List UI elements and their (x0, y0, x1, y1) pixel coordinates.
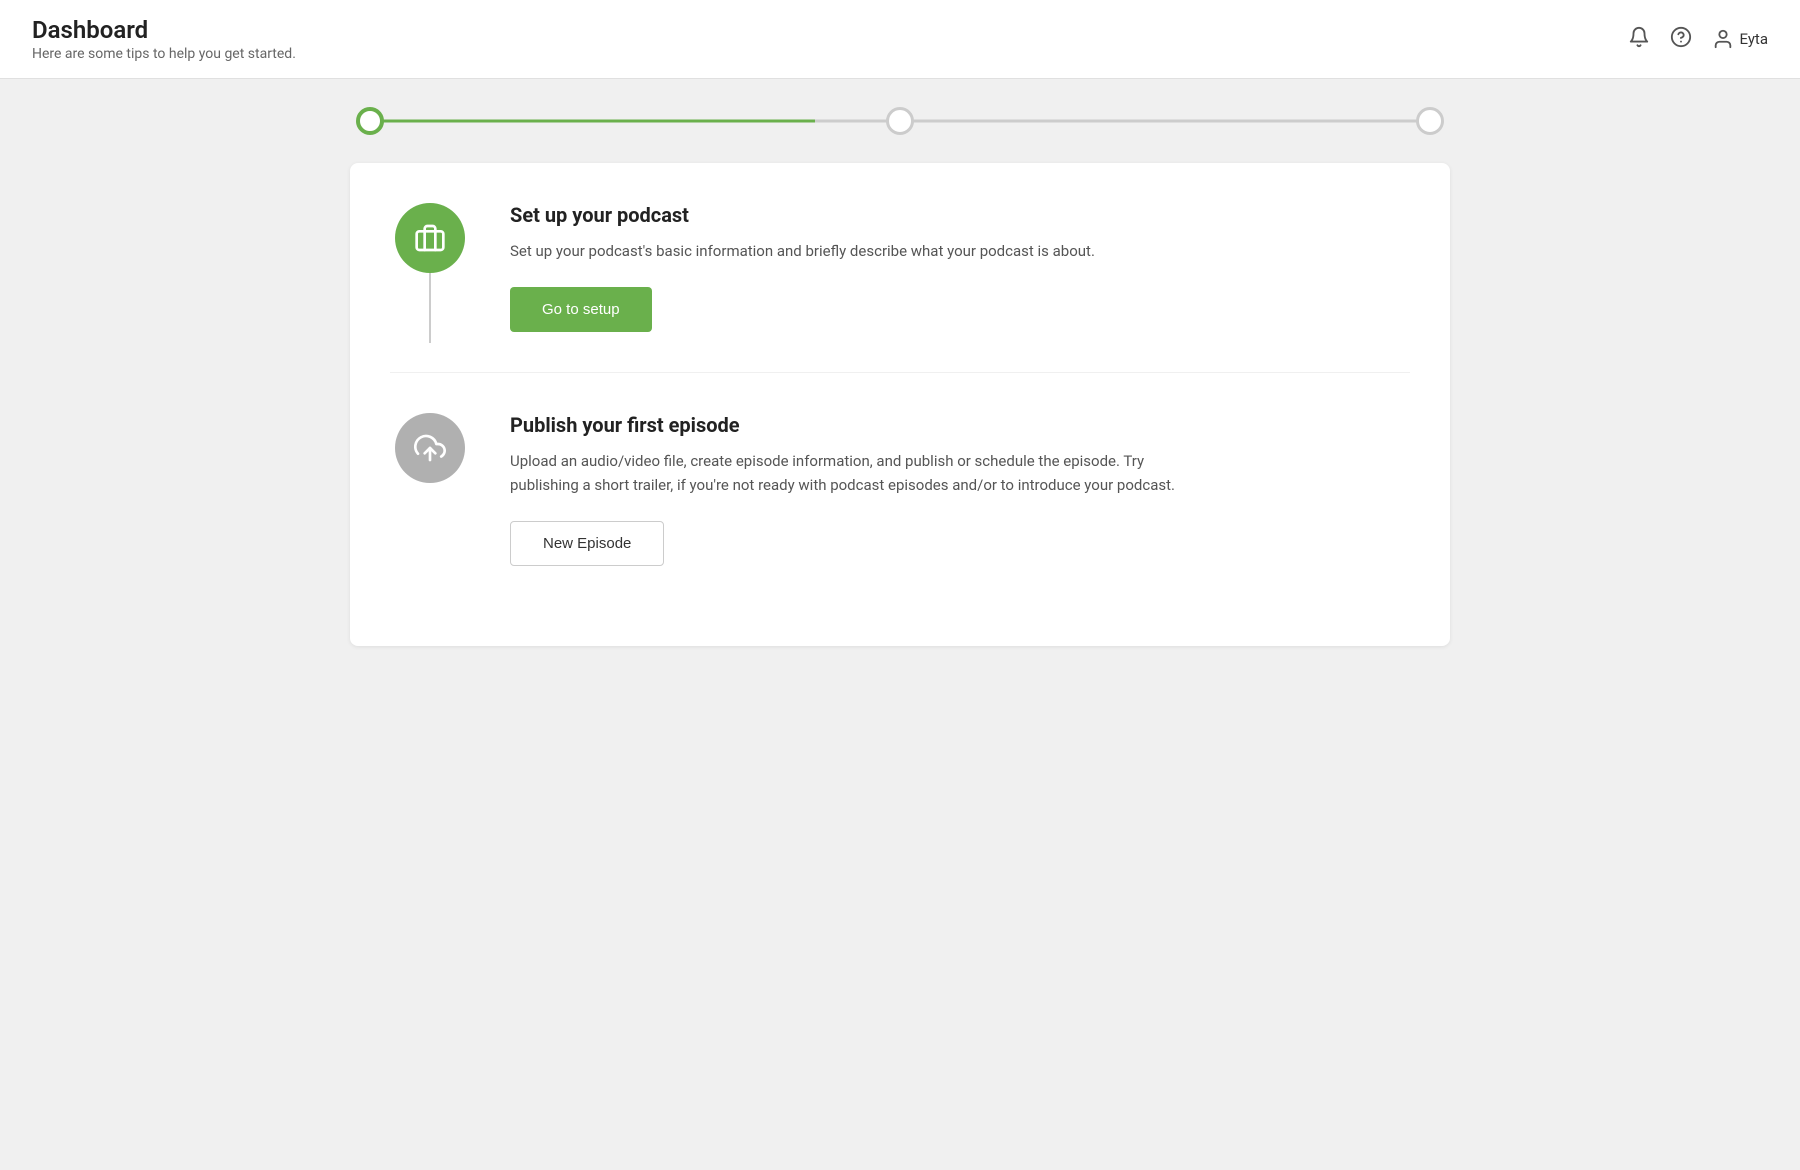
step-publish-icon-col (390, 413, 470, 483)
step-setup-desc: Set up your podcast's basic information … (510, 239, 1190, 263)
user-name: Eyta (1740, 30, 1769, 48)
step-publish-circle (395, 413, 465, 483)
go-to-setup-button[interactable]: Go to setup (510, 287, 652, 332)
progress-track (370, 119, 1430, 123)
header-left: Dashboard Here are some tips to help you… (32, 16, 296, 62)
new-episode-button[interactable]: New Episode (510, 521, 664, 566)
progress-step-2 (886, 107, 914, 135)
step-publish-desc: Upload an audio/video file, create episo… (510, 449, 1190, 497)
progress-step-3 (1416, 107, 1444, 135)
step-publish-content: Publish your first episode Upload an aud… (510, 413, 1410, 566)
page-title: Dashboard (32, 16, 296, 44)
help-icon[interactable] (1670, 26, 1692, 53)
step-setup-content: Set up your podcast Set up your podcast'… (510, 203, 1410, 332)
upload-icon (414, 432, 446, 464)
main-content: Set up your podcast Set up your podcast'… (0, 79, 1800, 686)
person-icon (1712, 28, 1734, 50)
header-subtitle: Here are some tips to help you get start… (32, 46, 296, 62)
step-setup-title: Set up your podcast (510, 203, 1410, 227)
step-setup-icon-col (390, 203, 470, 273)
user-menu[interactable]: Eyta (1712, 28, 1769, 50)
step-publish: Publish your first episode Upload an aud… (390, 373, 1410, 606)
notification-icon[interactable] (1628, 26, 1650, 53)
progress-line-active (370, 120, 815, 123)
step-connector-1 (429, 273, 431, 343)
step-publish-title: Publish your first episode (510, 413, 1410, 437)
steps-card: Set up your podcast Set up your podcast'… (350, 163, 1450, 646)
progress-bar (350, 119, 1450, 123)
header-right: Eyta (1628, 26, 1769, 53)
step-setup-circle (395, 203, 465, 273)
step-setup: Set up your podcast Set up your podcast'… (390, 163, 1410, 373)
header: Dashboard Here are some tips to help you… (0, 0, 1800, 79)
briefcase-icon (414, 222, 446, 254)
progress-step-1 (356, 107, 384, 135)
